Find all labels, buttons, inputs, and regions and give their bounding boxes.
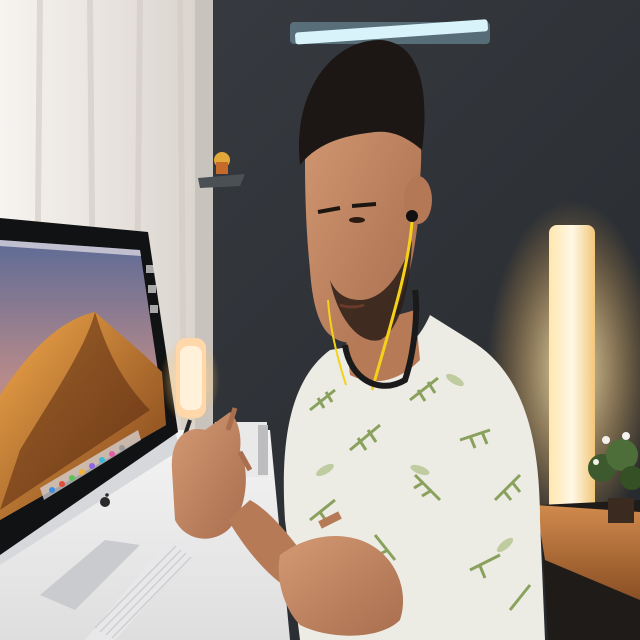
photo-scene [0, 0, 640, 640]
photo-illustration [0, 0, 640, 640]
ceiling-led-strip-icon [290, 19, 490, 45]
